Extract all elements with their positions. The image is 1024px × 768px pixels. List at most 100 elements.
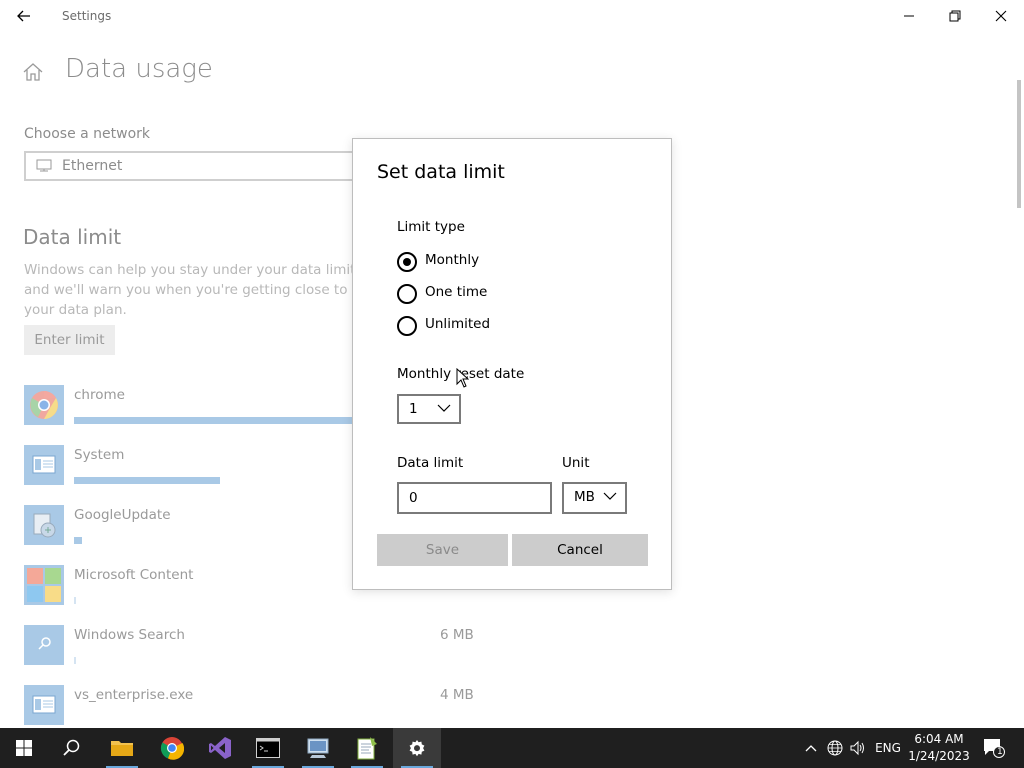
list-item[interactable]: vs_enterprise.exe 4 MB [24,685,484,728]
radio-label: One time [425,284,488,300]
globe-icon [827,740,843,756]
description-line: Windows can help you stay under your dat… [24,262,354,278]
chevron-up-icon [805,745,817,752]
notification-count: 1 [997,747,1003,757]
taskbar: ENG 6:04 AM 1/24/2023 1 [0,728,1024,768]
radio-circle [397,252,417,272]
limit-type-label: Limit type [397,219,465,235]
usage-bar [74,477,220,484]
network-tray-button[interactable] [824,728,846,768]
usage-bar [74,537,82,544]
save-button[interactable]: Save [377,534,508,566]
radio-label: Unlimited [425,316,491,332]
usage-bar [74,597,76,604]
clock[interactable]: 6:04 AM 1/24/2023 [906,731,972,765]
search-button[interactable] [48,728,96,768]
radio-monthly[interactable]: Monthly [397,251,537,273]
back-arrow-icon [17,10,30,22]
vs-enterprise-icon [24,685,64,725]
radio-circle [397,284,417,304]
usage-bar [74,657,76,664]
data-limit-heading: Data limit [23,225,122,249]
radio-unlimited[interactable]: Unlimited [397,315,537,337]
folder-icon [111,741,133,756]
app-name: GoogleUpdate [74,507,171,523]
back-button[interactable] [10,4,38,28]
volume-tray-button[interactable] [846,728,868,768]
gear-icon [409,740,425,757]
notepad-icon [357,737,377,760]
dialog-title: Set data limit [377,161,505,183]
radio-dot [403,258,411,266]
terminal-icon [256,738,280,758]
app-name: Microsoft Content [74,567,194,583]
taskbar-chrome[interactable] [148,728,196,768]
app-size: 6 MB [440,627,474,643]
page-title: Data usage [65,54,213,84]
network-label: Choose a network [24,126,151,142]
chevron-down-icon [603,492,617,500]
data-limit-label: Data limit [397,455,464,471]
minimize-button[interactable] [886,0,932,32]
microsoft-content-icon [24,565,64,605]
data-limit-description: Windows can help you stay under your dat… [24,260,354,320]
app-name: System [74,447,125,463]
unit-label: Unit [562,455,590,471]
unit-dropdown[interactable]: MB [562,482,627,514]
data-limit-input[interactable] [397,482,552,514]
enter-limit-button[interactable]: Enter limit [24,325,115,355]
clock-date: 1/24/2023 [908,749,970,763]
minimize-icon [904,15,914,17]
language-indicator[interactable]: ENG [872,728,904,768]
taskbar-visual-studio[interactable] [196,728,244,768]
control-panel-icon [307,738,329,758]
app-name: chrome [74,387,125,403]
system-icon [24,445,64,485]
show-hidden-icons-button[interactable] [800,728,822,768]
action-center-button[interactable]: 1 [980,728,1008,768]
reset-date-dropdown[interactable]: 1 [397,394,461,424]
restore-icon [949,10,961,22]
settings-window: Settings Data usage Choose a network Eth… [0,0,1024,728]
ethernet-icon [36,159,52,172]
radio-label: Monthly [425,252,480,268]
network-value: Ethernet [62,158,123,174]
taskbar-settings[interactable] [393,728,441,768]
title-bar: Settings [0,0,1024,32]
close-icon [995,10,1007,22]
cancel-button[interactable]: Cancel [512,534,648,566]
windows-search-icon [24,625,64,665]
taskbar-control-panel[interactable] [294,728,342,768]
radio-circle [397,316,417,336]
mouse-cursor-icon [456,368,469,388]
chrome-icon [160,737,184,760]
vertical-scrollbar[interactable] [1017,80,1021,208]
unit-value: MB [574,489,595,505]
usage-bar [74,417,354,424]
search-icon [63,739,80,756]
radio-one-time[interactable]: One time [397,283,537,305]
app-name: Windows Search [74,627,185,643]
restore-button[interactable] [932,0,978,32]
chevron-down-icon [437,404,451,412]
taskbar-notepad-plus[interactable] [343,728,391,768]
close-button[interactable] [978,0,1024,32]
description-line: your data plan. [24,302,127,318]
home-icon[interactable] [22,62,44,82]
taskbar-command-prompt[interactable] [244,728,292,768]
description-line: and we'll warn you when you're getting c… [24,282,354,298]
start-button[interactable] [0,728,48,768]
speaker-icon [850,740,864,756]
google-update-icon [24,505,64,545]
taskbar-file-explorer[interactable] [98,728,146,768]
reset-date-value: 1 [409,401,418,417]
network-dropdown[interactable]: Ethernet [24,151,364,181]
app-size: 4 MB [440,687,474,703]
list-item[interactable]: Windows Search 6 MB [24,625,484,685]
set-data-limit-dialog: Set data limit Limit type Monthly One ti… [352,138,672,590]
windows-logo-icon [16,740,32,756]
clock-time: 6:04 AM [914,732,964,746]
window-title: Settings [62,9,112,23]
visual-studio-icon [209,737,231,759]
app-name: vs_enterprise.exe [74,687,194,703]
